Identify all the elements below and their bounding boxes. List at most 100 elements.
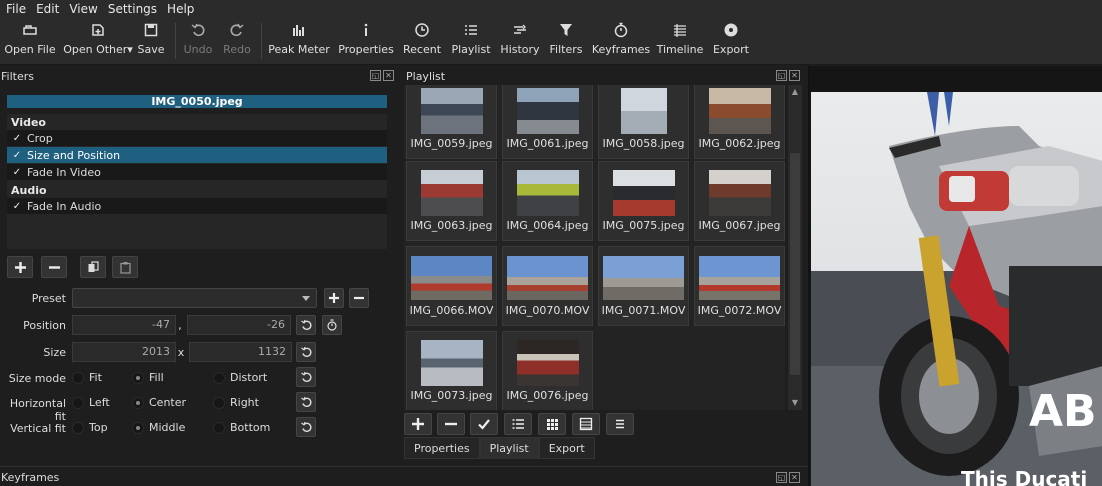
- save-preset-button[interactable]: [324, 288, 344, 308]
- filter-item-fade-in-video[interactable]: ✓ Fade In Video: [7, 164, 387, 180]
- clock-icon: [407, 17, 437, 43]
- undo-button[interactable]: Undo: [183, 17, 213, 65]
- playlist-button[interactable]: Playlist: [451, 17, 491, 65]
- vfit-top-radio[interactable]: Top: [72, 421, 108, 434]
- playlist-item[interactable]: IMG_0070.MOV: [502, 246, 593, 326]
- paste-filters-button[interactable]: [112, 256, 138, 278]
- playlist-menu-button[interactable]: [606, 413, 634, 435]
- export-button[interactable]: Export: [711, 17, 751, 65]
- playlist-item[interactable]: IMG_0071.MOV: [598, 246, 689, 326]
- radio-label: Top: [89, 421, 108, 434]
- icons-view-button[interactable]: [572, 413, 600, 435]
- keyframes-panel: Keyframes ◱ ✕: [0, 466, 808, 486]
- position-keyframe-button[interactable]: [322, 315, 342, 335]
- size-mode-fit-radio[interactable]: Fit: [72, 371, 102, 384]
- peak-meter-button[interactable]: Peak Meter: [268, 17, 330, 65]
- menu-view[interactable]: View: [64, 2, 102, 16]
- playlist-item[interactable]: IMG_0073.jpeg: [406, 331, 497, 410]
- video-viewer[interactable]: AB This Ducati: [808, 66, 1102, 486]
- add-to-playlist-button[interactable]: [404, 413, 432, 435]
- reset-position-button[interactable]: [296, 315, 316, 335]
- size-width-field[interactable]: 2013: [72, 342, 176, 362]
- position-separator: ,: [178, 319, 182, 332]
- size-mode-distort-radio[interactable]: Distort: [213, 371, 267, 384]
- playlist-item-name: IMG_0070.MOV: [505, 304, 590, 317]
- playlist-item[interactable]: IMG_0061.jpeg: [502, 85, 593, 159]
- copy-filters-button[interactable]: [80, 256, 106, 278]
- vfit-middle-radio[interactable]: Middle: [132, 421, 185, 434]
- playlist-item[interactable]: IMG_0072.MOV: [694, 246, 785, 326]
- playlist-item-name: IMG_0062.jpeg: [698, 137, 781, 150]
- menu-file[interactable]: File: [0, 2, 31, 16]
- playlist-item[interactable]: IMG_0075.jpeg: [598, 161, 689, 241]
- scroll-thumb[interactable]: [790, 153, 800, 375]
- float-icon[interactable]: ◱: [776, 70, 787, 81]
- playlist-item[interactable]: IMG_0067.jpeg: [694, 161, 785, 241]
- filters-button[interactable]: Filters: [549, 17, 583, 65]
- peak-meter-label: Peak Meter: [268, 43, 330, 56]
- size-mode-fill-radio[interactable]: Fill: [132, 371, 164, 384]
- scroll-down-icon[interactable]: ▼: [790, 398, 800, 408]
- remove-from-playlist-button[interactable]: [437, 413, 465, 435]
- tab-properties[interactable]: Properties: [404, 437, 480, 459]
- playlist-item[interactable]: IMG_0064.jpeg: [502, 161, 593, 241]
- filter-item-size-and-position[interactable]: ✓ Size and Position: [7, 147, 387, 163]
- menu-help[interactable]: Help: [162, 2, 199, 16]
- float-icon[interactable]: ◱: [370, 70, 381, 81]
- reset-size-button[interactable]: [296, 342, 316, 362]
- detail-view-button[interactable]: [504, 413, 532, 435]
- tiles-view-button[interactable]: [538, 413, 566, 435]
- position-y-field[interactable]: -26: [187, 315, 291, 335]
- open-file-button[interactable]: Open File: [4, 17, 56, 65]
- reset-hfit-button[interactable]: [296, 392, 316, 412]
- hfit-left-radio[interactable]: Left: [72, 396, 110, 409]
- history-button[interactable]: History: [500, 17, 540, 65]
- check-icon[interactable]: ✓: [7, 150, 27, 161]
- menu-settings[interactable]: Settings: [103, 2, 162, 16]
- history-icon: [505, 17, 535, 43]
- save-button[interactable]: Save: [136, 17, 166, 65]
- delete-preset-button[interactable]: [349, 288, 369, 308]
- playlist-item[interactable]: IMG_0059.jpeg: [406, 85, 497, 159]
- reset-size-mode-button[interactable]: [296, 367, 316, 387]
- properties-label: Properties: [338, 43, 394, 56]
- preset-select[interactable]: [72, 288, 317, 308]
- hfit-right-radio[interactable]: Right: [213, 396, 259, 409]
- playlist-item[interactable]: IMG_0066.MOV: [406, 246, 497, 326]
- tab-playlist[interactable]: Playlist: [479, 437, 539, 459]
- check-icon[interactable]: ✓: [7, 201, 27, 212]
- recent-button[interactable]: Recent: [401, 17, 443, 65]
- close-icon[interactable]: ✕: [789, 70, 800, 81]
- properties-button[interactable]: Properties: [338, 17, 394, 65]
- grid-icon: [547, 419, 558, 430]
- playlist-item-name: IMG_0067.jpeg: [698, 219, 781, 232]
- open-other-button[interactable]: Open Other▾: [63, 17, 133, 65]
- remove-filter-button[interactable]: [41, 256, 67, 278]
- filter-item-fade-in-audio[interactable]: ✓ Fade In Audio: [7, 198, 387, 214]
- position-x-field[interactable]: -47: [72, 315, 176, 335]
- check-icon[interactable]: ✓: [7, 167, 27, 178]
- playlist-scrollbar[interactable]: ▲ ▼: [788, 85, 802, 410]
- redo-button[interactable]: Redo: [222, 17, 252, 65]
- float-icon[interactable]: ◱: [776, 472, 787, 483]
- close-icon[interactable]: ✕: [383, 70, 394, 81]
- playlist-item[interactable]: IMG_0063.jpeg: [406, 161, 497, 241]
- playlist-item[interactable]: IMG_0076.jpeg: [502, 331, 593, 410]
- tab-export[interactable]: Export: [538, 437, 595, 459]
- scroll-up-icon[interactable]: ▲: [790, 87, 800, 97]
- menu-edit[interactable]: Edit: [31, 2, 64, 16]
- reset-vfit-button[interactable]: [296, 417, 316, 437]
- add-filter-button[interactable]: [7, 256, 33, 278]
- check-icon[interactable]: ✓: [7, 133, 27, 144]
- keyframes-button[interactable]: Keyframes: [592, 17, 650, 65]
- filter-item-crop[interactable]: ✓ Crop: [7, 130, 387, 146]
- timeline-button[interactable]: Timeline: [657, 17, 703, 65]
- update-playlist-item-button[interactable]: [470, 413, 498, 435]
- viewer-frame-image: AB This Ducati: [809, 66, 1102, 486]
- vfit-bottom-radio[interactable]: Bottom: [213, 421, 270, 434]
- size-height-field[interactable]: 1132: [189, 342, 292, 362]
- playlist-item[interactable]: IMG_0062.jpeg: [694, 85, 785, 159]
- close-icon[interactable]: ✕: [789, 472, 800, 483]
- hfit-center-radio[interactable]: Center: [132, 396, 186, 409]
- playlist-item[interactable]: IMG_0058.jpeg: [598, 85, 689, 159]
